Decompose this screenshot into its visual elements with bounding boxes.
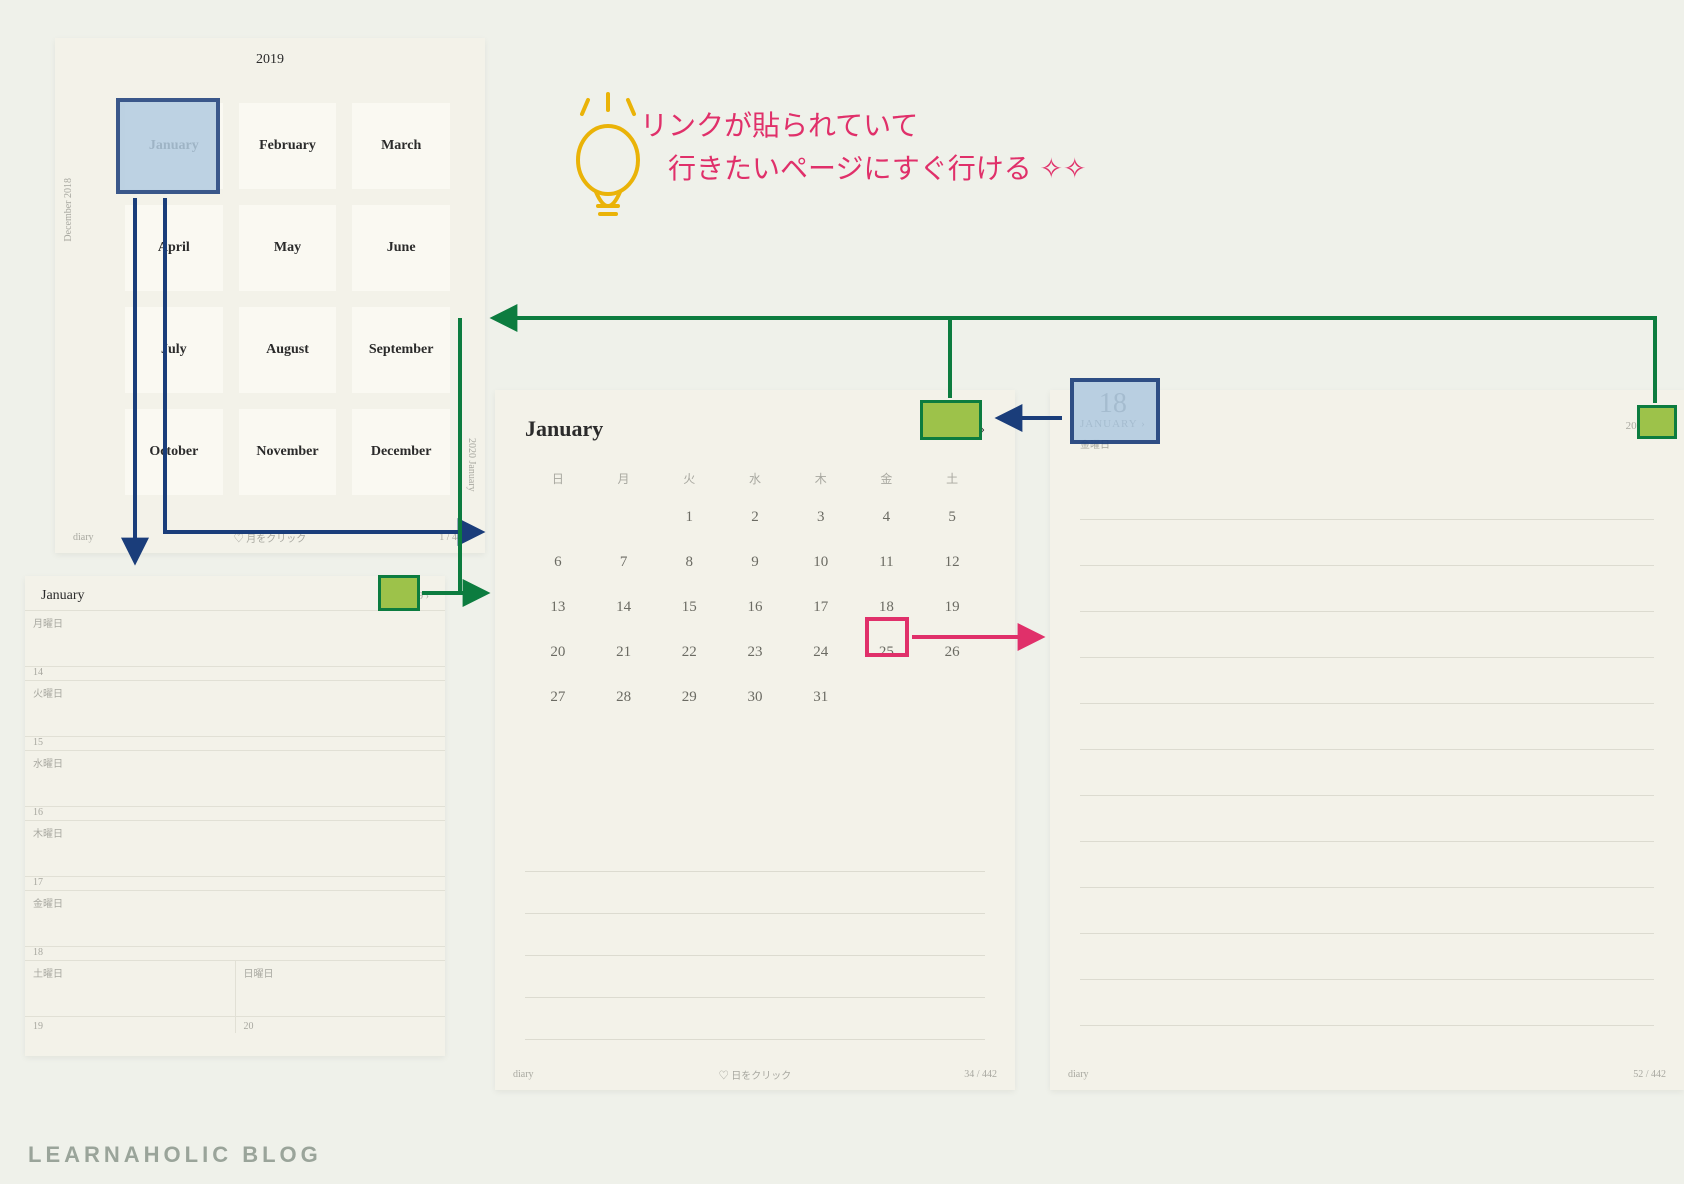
weekly-day-mon[interactable]: 月曜日 <box>25 611 115 666</box>
cal-cell[interactable]: 13 <box>525 599 591 616</box>
weekly-day-thu[interactable]: 木曜日 <box>25 821 115 876</box>
cal-cell[interactable]: 12 <box>919 554 985 571</box>
cal-cell[interactable]: 15 <box>656 599 722 616</box>
prev-year-tab[interactable]: December 2018 <box>63 178 74 242</box>
weekly-year-link[interactable]: 2019 › <box>403 591 429 602</box>
cal-cell[interactable]: 4 <box>854 509 920 526</box>
cal-cell[interactable]: 9 <box>722 554 788 571</box>
month-footer-hint: ♡ 日をクリック <box>513 1067 997 1082</box>
weekly-num-thu: 17 <box>25 877 445 891</box>
cal-cell[interactable]: 28 <box>591 689 657 706</box>
daily-footer-page: 52 / 442 <box>1633 1069 1666 1080</box>
month-card-august[interactable]: August <box>239 307 337 393</box>
cal-cell[interactable]: 19 <box>919 599 985 616</box>
weekly-day-sat[interactable]: 土曜日 <box>25 961 236 1016</box>
month-card-may[interactable]: May <box>239 205 337 291</box>
year-overview-pane: 2019 December 2018 2020 January January … <box>55 38 485 553</box>
cal-cell[interactable] <box>919 689 985 706</box>
cal-cell[interactable]: 1 <box>656 509 722 526</box>
dow-fri: 金 <box>854 470 920 487</box>
dow-sat: 土 <box>919 470 985 487</box>
cal-cell[interactable]: 30 <box>722 689 788 706</box>
daily-footer-left: diary <box>1068 1069 1089 1080</box>
cal-cell[interactable]: 7 <box>591 554 657 571</box>
month-card-july[interactable]: July <box>125 307 223 393</box>
cal-cell[interactable]: 3 <box>788 509 854 526</box>
weekly-day-tue[interactable]: 火曜日 <box>25 681 115 736</box>
year-title: 2019 <box>55 38 485 68</box>
cal-cell[interactable]: 5 <box>919 509 985 526</box>
weekly-num-sun: 20 <box>236 1017 446 1033</box>
month-card-june[interactable]: June <box>352 205 450 291</box>
weekly-pane: January 2019 › 月曜日 14 火曜日 15 水曜日 16 木曜日 … <box>25 576 445 1056</box>
cal-cell[interactable]: 27 <box>525 689 591 706</box>
cal-cell[interactable]: 20 <box>525 644 591 661</box>
handwritten-annotation: リンクが貼られていて 行きたいページにすぐ行ける ✧✧ <box>640 104 1086 191</box>
cal-cell[interactable]: 11 <box>854 554 920 571</box>
cal-cell[interactable]: 31 <box>788 689 854 706</box>
daily-dow: 金曜日 <box>1080 430 1146 451</box>
cal-cell[interactable]: 23 <box>722 644 788 661</box>
daily-month-link[interactable]: JANUARY › <box>1080 418 1146 430</box>
cal-cell-18[interactable]: 18 <box>854 599 920 616</box>
month-card-november[interactable]: November <box>239 409 337 495</box>
dow-sun: 日 <box>525 470 591 487</box>
weekly-day-wed[interactable]: 水曜日 <box>25 751 115 806</box>
cal-cell[interactable] <box>854 689 920 706</box>
cal-cell[interactable]: 6 <box>525 554 591 571</box>
cal-cell[interactable]: 17 <box>788 599 854 616</box>
dow-mon: 月 <box>591 470 657 487</box>
month-pane: January 2019 › 日 月 火 水 木 金 土 12345 67891… <box>495 390 1015 1090</box>
cal-cell[interactable]: 24 <box>788 644 854 661</box>
cal-cell[interactable]: 10 <box>788 554 854 571</box>
month-notes-lines <box>525 830 985 1040</box>
cal-cell[interactable]: 21 <box>591 644 657 661</box>
year-footer-hint: ♡ 月をクリック <box>73 530 467 545</box>
cal-cell[interactable]: 26 <box>919 644 985 661</box>
cal-cell[interactable]: 29 <box>656 689 722 706</box>
month-card-april[interactable]: April <box>125 205 223 291</box>
dow-thu: 木 <box>788 470 854 487</box>
cal-cell[interactable] <box>591 509 657 526</box>
cal-cell[interactable]: 2 <box>722 509 788 526</box>
weekly-num-sat: 19 <box>25 1017 236 1033</box>
weekly-month: January <box>41 588 85 604</box>
cal-cell[interactable]: 25 <box>854 644 920 661</box>
blog-watermark: LEARNAHOLIC BLOG <box>28 1142 322 1168</box>
month-card-october[interactable]: October <box>125 409 223 495</box>
cal-cell[interactable] <box>525 509 591 526</box>
weekly-day-sun[interactable]: 日曜日 <box>236 961 446 1016</box>
cal-cell[interactable]: 8 <box>656 554 722 571</box>
weekly-num-fri: 18 <box>25 947 445 961</box>
daily-pane: 18 JANUARY › 金曜日 2019 › diary 52 / 442 <box>1050 390 1684 1090</box>
dow-tue: 火 <box>656 470 722 487</box>
cal-cell[interactable]: 16 <box>722 599 788 616</box>
dow-wed: 水 <box>722 470 788 487</box>
month-grid: January February March April May June Ju… <box>125 103 450 495</box>
calendar-dow-row: 日 月 火 水 木 金 土 <box>495 452 1015 495</box>
next-year-tab[interactable]: 2020 January <box>466 438 477 492</box>
month-card-february[interactable]: February <box>239 103 337 189</box>
month-card-march[interactable]: March <box>352 103 450 189</box>
month-name: January <box>525 416 603 442</box>
daily-year-link[interactable]: 2019 › <box>1626 390 1654 432</box>
weekly-num-tue: 15 <box>25 737 445 751</box>
cal-cell[interactable]: 14 <box>591 599 657 616</box>
weekly-num-mon: 14 <box>25 667 445 681</box>
month-card-december[interactable]: December <box>352 409 450 495</box>
weekly-day-fri[interactable]: 金曜日 <box>25 891 115 946</box>
month-card-september[interactable]: September <box>352 307 450 393</box>
month-card-january[interactable]: January <box>125 103 223 189</box>
daily-notes-lines <box>1080 474 1654 1040</box>
daily-day-number[interactable]: 18 <box>1080 390 1146 418</box>
weekly-num-wed: 16 <box>25 807 445 821</box>
cal-cell[interactable]: 22 <box>656 644 722 661</box>
month-year-link[interactable]: 2019 › <box>951 421 985 437</box>
